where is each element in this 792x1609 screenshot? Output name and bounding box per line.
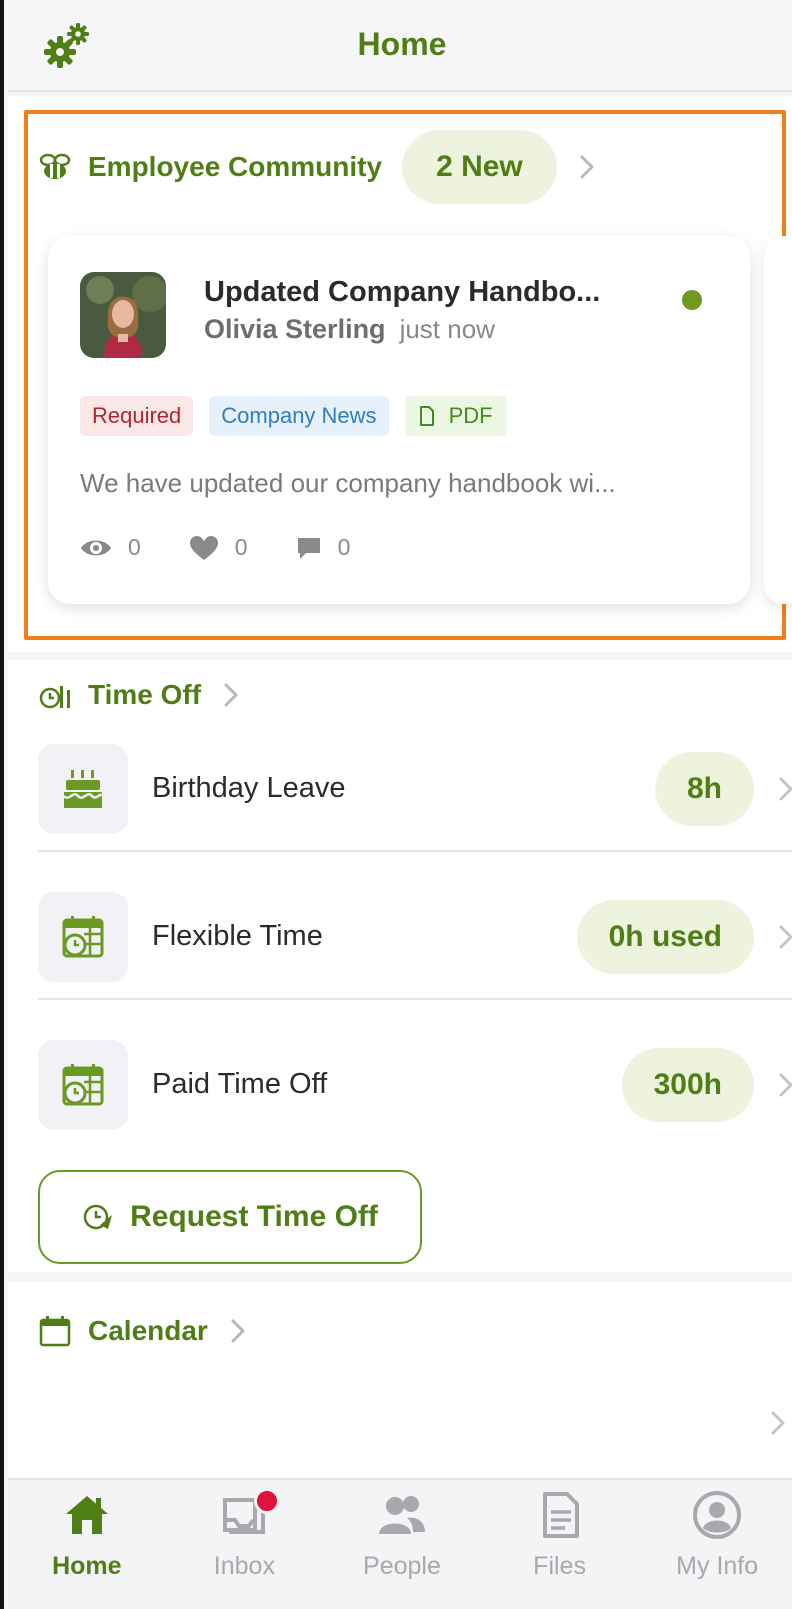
time-off-section: Time Off Birthday Leave 8h Flexible Time… (8, 660, 792, 1272)
tab-label: Home (52, 1552, 122, 1580)
people-icon (378, 1496, 425, 1534)
time-off-request-icon (83, 1204, 113, 1230)
calendar-icon (39, 1316, 71, 1347)
tag-pdf-label: PDF (448, 403, 493, 428)
birthday-cake-icon (38, 744, 128, 834)
tag-pdf: PDF (404, 396, 507, 436)
comment-icon (297, 537, 320, 559)
tab-my-info[interactable]: My Info (638, 1480, 792, 1609)
community-title: Employee Community (88, 151, 383, 182)
tab-inbox[interactable]: Inbox (166, 1480, 324, 1609)
tab-bar: Home Inbox People Files My Info (8, 1478, 792, 1609)
time-off-row-pto[interactable]: Paid Time Off 300h (38, 1026, 792, 1146)
next-post-card[interactable] (764, 236, 792, 604)
time-off-row-birthday[interactable]: Birthday Leave 8h (38, 730, 792, 850)
time-off-title: Time Off (88, 679, 202, 710)
user-icon (693, 1491, 742, 1539)
time-off-name: Flexible Time (152, 920, 323, 952)
comments-count: 0 (337, 534, 351, 560)
tab-home[interactable]: Home (8, 1480, 166, 1609)
likes-stat[interactable]: 0 (189, 534, 248, 561)
tab-label: Files (533, 1552, 586, 1580)
app-frame: Home Employee Community 2 New Updated Co… (0, 0, 792, 1609)
calendar-clock-icon (38, 1040, 128, 1130)
time-off-header[interactable]: Time Off (38, 660, 239, 730)
tab-label: People (363, 1552, 441, 1580)
post-author-line: Olivia Sterling just now (204, 314, 495, 345)
unread-indicator (682, 290, 702, 310)
document-icon (419, 406, 434, 426)
post-excerpt: We have updated our company handbook wi.… (80, 468, 616, 498)
home-icon (65, 1496, 108, 1534)
calendar-header[interactable]: Calendar (38, 1296, 246, 1366)
calendar-title: Calendar (88, 1315, 208, 1346)
eye-icon (81, 540, 111, 555)
time-off-balance: 0h used (576, 900, 754, 974)
top-header: Home (8, 0, 792, 92)
chevron-right-icon (779, 1073, 792, 1097)
views-stat: 0 (80, 534, 141, 561)
calendar-section: Calendar (8, 1282, 792, 1478)
time-off-name: Birthday Leave (152, 772, 346, 804)
tab-people[interactable]: People (323, 1480, 481, 1609)
avatar (80, 272, 166, 358)
calendar-clock-icon (38, 892, 128, 982)
request-time-off-label: Request Time Off (130, 1200, 378, 1233)
post-author: Olivia Sterling (204, 314, 386, 344)
community-section: Employee Community 2 New Updated Company… (8, 96, 792, 652)
post-title: Updated Company Handbo... (204, 276, 601, 308)
time-off-balance: 8h (654, 752, 754, 826)
likes-count: 0 (234, 534, 248, 560)
files-icon (542, 1492, 579, 1538)
row-divider (38, 850, 792, 852)
comments-stat[interactable]: 0 (296, 534, 351, 561)
chevron-right-icon[interactable] (770, 1410, 786, 1436)
heart-icon (189, 535, 218, 560)
post-time: just now (399, 314, 495, 344)
tag-required: Required (80, 396, 194, 436)
time-off-name: Paid Time Off (152, 1068, 328, 1100)
community-header[interactable]: Employee Community 2 New (38, 130, 595, 204)
post-card[interactable]: Updated Company Handbo... Olivia Sterlin… (48, 236, 750, 604)
tab-label: Inbox (213, 1552, 275, 1580)
views-count: 0 (128, 534, 141, 560)
time-off-row-flexible[interactable]: Flexible Time 0h used (38, 878, 792, 998)
chevron-right-icon (580, 155, 594, 179)
tab-files[interactable]: Files (481, 1480, 639, 1609)
chevron-right-icon (779, 925, 792, 949)
tag-company-news: Company News (209, 396, 389, 436)
post-tags: Required Company News PDF (80, 396, 523, 436)
chevron-right-icon (231, 1319, 245, 1343)
tab-label: My Info (676, 1552, 759, 1580)
inbox-notification-badge (253, 1488, 280, 1514)
post-stats: 0 0 0 (80, 534, 398, 561)
chevron-right-icon (224, 683, 238, 707)
row-divider (38, 998, 792, 1000)
time-off-balance: 300h (621, 1048, 754, 1122)
chevron-right-icon (779, 777, 792, 801)
request-time-off-button[interactable]: Request Time Off (38, 1170, 422, 1264)
bee-icon (39, 153, 71, 179)
new-posts-badge: 2 New (402, 130, 557, 204)
page-title: Home (357, 26, 447, 62)
time-off-icon (39, 686, 70, 709)
